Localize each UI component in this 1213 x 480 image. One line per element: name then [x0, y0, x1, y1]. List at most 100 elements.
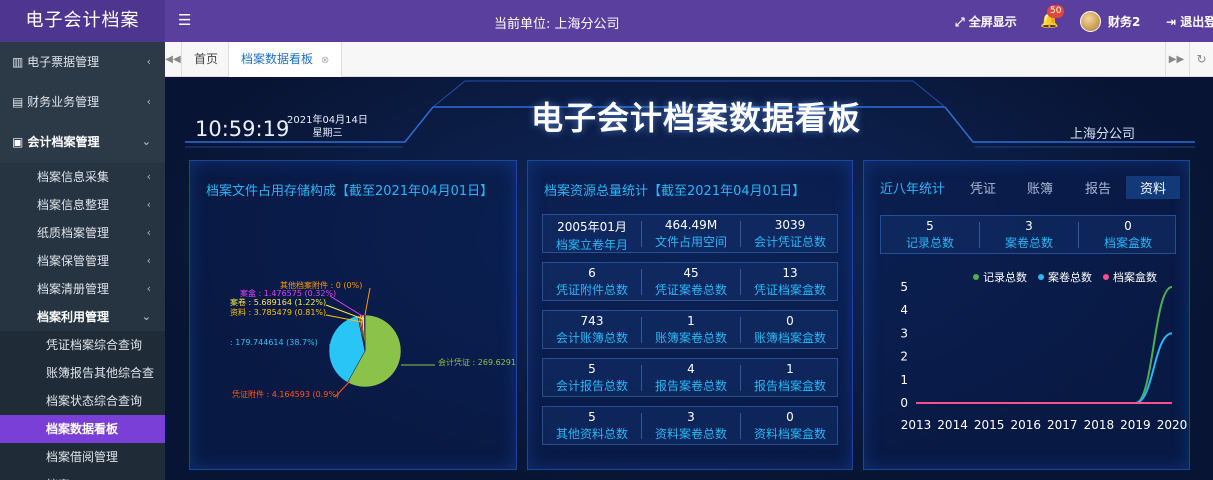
stat-label: 报告档案盒数 — [753, 379, 826, 393]
stat-value: 464.49M — [664, 218, 718, 232]
stat-label: 档案立卷年月 — [555, 238, 628, 252]
close-circle-icon[interactable]: ⊗ — [321, 55, 329, 66]
stat-value: 5 — [588, 410, 596, 424]
legend-label: 案卷总数 — [1048, 270, 1092, 284]
x-tick-label: 2017 — [1047, 418, 1078, 432]
avatar[interactable] — [1080, 11, 1101, 32]
stat-label: 凭证档案盒数 — [753, 283, 826, 297]
stat-label: 报告案卷总数 — [654, 379, 727, 393]
fullscreen-button[interactable]: ⤢ 全屏显示 — [955, 13, 1017, 30]
refresh-icon[interactable]: ↻ — [1189, 42, 1213, 77]
stat-value: 5 — [588, 362, 596, 376]
stat-value: 743 — [580, 314, 604, 328]
logout-button[interactable]: ⇥ 退出登 — [1166, 13, 1213, 30]
sidebar-sub-usage[interactable]: 档案利用管理 ⌄ — [0, 303, 165, 331]
sidebar-leaf-partial[interactable]: 档案 — [0, 471, 165, 480]
pie-label: 其他档案附件 : 0 (0%) — [280, 280, 362, 290]
stat-label: 会计报告总数 — [555, 379, 628, 393]
stat-cell: 5 会计报告总数 — [543, 359, 641, 396]
sidebar-sub-paper[interactable]: 纸质档案管理 ‹ — [0, 219, 165, 247]
trend-stat-records: 5 记录总数 — [905, 219, 954, 250]
stat-value: 4 — [687, 362, 695, 376]
stat-label: 账簿案卷总数 — [654, 331, 727, 345]
stat-value: 1 — [687, 314, 695, 328]
stat-label: 账簿档案盒数 — [753, 331, 826, 345]
dashboard-title: 电子会计档案数据看板 — [531, 99, 862, 137]
stat-cell: 3039 会计凭证总数 — [741, 215, 839, 252]
pie-label: 案卷 : 5.689164 (1.22%) — [230, 297, 326, 307]
stat-cell: 1 报告档案盒数 — [741, 359, 839, 396]
tab-scroll-left-icon[interactable]: ◀◀ — [165, 42, 182, 77]
x-tick-label: 2018 — [1084, 418, 1115, 432]
legend-label: 档案盒数 — [1113, 270, 1157, 284]
x-tick-label: 2015 — [974, 418, 1005, 432]
tab-eight-years[interactable]: 近八年统计 — [880, 178, 945, 197]
user-name[interactable]: 财务2 — [1108, 13, 1140, 30]
x-tick-label: 2013 — [901, 418, 932, 432]
clock: 10:59:19 — [195, 117, 290, 141]
sidebar-item-finance[interactable]: ▤ 财务业务管理 ‹ — [0, 82, 165, 122]
sidebar-leaf-dashboard[interactable]: 档案数据看板 — [0, 415, 165, 443]
stats-row: 2005年01月 档案立卷年月 464.49M 文件占用空间 3039 会计凭证总数 — [542, 214, 838, 253]
stat-cell: 0 资料档案盒数 — [741, 407, 839, 444]
sidebar-sub-inventory[interactable]: 档案清册管理 ‹ — [0, 275, 165, 303]
series-line[interactable] — [916, 286, 1173, 404]
tab-home[interactable]: 首页 — [182, 42, 230, 77]
tab-ledger[interactable]: 账簿 — [1027, 178, 1053, 197]
sidebar-leaf-voucher-query[interactable]: 凭证档案综合查询 — [0, 331, 165, 359]
stat-cell: 3 资料案卷总数 — [642, 407, 740, 444]
stat-cell: 4 报告案卷总数 — [642, 359, 740, 396]
tab-dashboard[interactable]: 档案数据看板 ⊗ — [228, 42, 343, 77]
pie-label: 资料 : 3.785479 (0.81%) — [230, 307, 326, 317]
tab-scroll-right-icon[interactable]: ▶▶ — [1165, 42, 1187, 77]
stats-panel: 档案资源总量统计【截至2021年04月01日】 2005年01月 档案立卷年月 46… — [527, 160, 853, 470]
stat-cell: 13 凭证档案盒数 — [741, 263, 839, 300]
weekday: 星期三 — [312, 128, 343, 139]
dashboard-unit: 上海分公司 — [1070, 127, 1136, 142]
sidebar-leaf-ledger-query[interactable]: 账簿报告其他综合查询 — [0, 359, 165, 408]
stat-value: 0 — [786, 314, 794, 328]
stat-cell: 45 凭证案卷总数 — [642, 263, 740, 300]
pie-label: 凭证附件 : 4.164593 (0.9%) — [232, 389, 339, 399]
tab-report[interactable]: 报告 — [1085, 178, 1111, 197]
tab-voucher[interactable]: 凭证 — [970, 178, 996, 197]
series-line[interactable] — [916, 332, 1173, 404]
y-tick-label: 4 — [900, 303, 908, 317]
sidebar-item-archive[interactable]: ▣ 会计档案管理 ⌄ — [0, 122, 165, 162]
chevron-down-icon: ⌄ — [141, 135, 151, 148]
y-tick-label: 1 — [900, 373, 908, 387]
pie-label: 会计凭证 : 269.629172 — [438, 357, 516, 367]
stats-row: 743 会计账簿总数 1 账簿案卷总数 0 账簿档案盒数 — [542, 310, 838, 349]
stats-row: 5 其他资料总数 3 资料案卷总数 0 资料档案盒数 — [542, 406, 838, 445]
trend-stat-boxes: 0 档案盒数 — [1103, 219, 1152, 250]
stat-cell: 5 其他资料总数 — [543, 407, 641, 444]
sidebar-sub-storage[interactable]: 档案保管管理 ‹ — [0, 247, 165, 275]
stat-label: 资料档案盒数 — [753, 427, 826, 441]
chevron-left-icon: ‹ — [146, 282, 151, 295]
x-tick-label: 2019 — [1120, 418, 1151, 432]
x-tick-label: 2020 — [1157, 418, 1188, 432]
y-tick-label: 2 — [900, 350, 908, 364]
pie-leader-line — [325, 304, 364, 320]
app-title: 电子会计档案 — [0, 0, 165, 42]
pie-leader-line — [329, 295, 365, 318]
top-bar: 电子会计档案 ☰ 当前单位: 上海分公司 ⤢ 全屏显示 🔔 50 财务2 ⇥ 退… — [0, 0, 1213, 42]
chevron-left-icon: ‹ — [146, 170, 151, 183]
stat-label: 凭证案卷总数 — [654, 283, 727, 297]
stat-cell: 0 账簿档案盒数 — [741, 311, 839, 348]
sidebar-leaf-status-query[interactable]: 档案状态综合查询 — [0, 387, 165, 415]
pie-label: : 179.744614 (38.7%) — [230, 338, 318, 347]
legend-label: 记录总数 — [983, 270, 1027, 284]
stat-value: 13 — [782, 266, 798, 280]
sidebar-sub-collect[interactable]: 档案信息采集 ‹ — [0, 163, 165, 191]
menu-toggle-icon[interactable]: ☰ — [178, 12, 191, 28]
id-card-icon: ▣ — [12, 135, 24, 149]
fullscreen-label: 全屏显示 — [968, 15, 1017, 29]
sidebar-sub-organize[interactable]: 档案信息整理 ‹ — [0, 191, 165, 219]
sidebar-item-invoice[interactable]: ▥ 电子票据管理 ‹ — [0, 42, 165, 82]
tab-material[interactable]: 资料 — [1126, 176, 1181, 199]
sidebar-leaf-borrow[interactable]: 档案借阅管理 — [0, 443, 165, 471]
trend-line-chart: 0 1 2 3 4 5 2013 2014 2015 2016 2017 2018 2019 2020 记录… — [900, 270, 1188, 432]
trend-panel: 近八年统计 凭证 账簿 报告 资料 5 记录总数 3 案卷总数 0 档案盒数 0… — [863, 160, 1190, 470]
trend-stats-row: 5 记录总数 3 案卷总数 0 档案盒数 — [880, 215, 1176, 254]
